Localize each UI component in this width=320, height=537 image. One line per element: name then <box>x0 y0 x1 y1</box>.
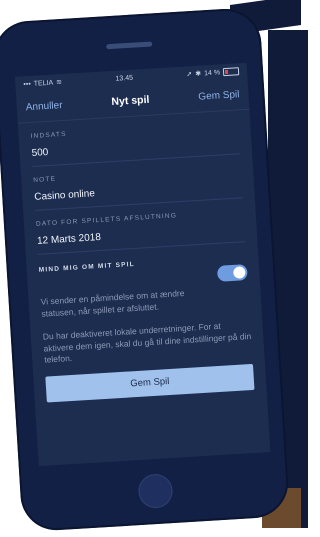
cancel-button[interactable]: Annuller <box>25 100 62 113</box>
status-carrier: ••• TELIA ≋ <box>23 78 62 88</box>
wifi-icon: ≋ <box>56 79 63 87</box>
save-game-button[interactable]: Gem Spil <box>45 363 255 403</box>
bluetooth-icon: ✱ <box>195 70 202 78</box>
save-nav-button[interactable]: Gem Spil <box>198 89 240 102</box>
phone-speaker <box>106 41 153 50</box>
reminder-toggle[interactable] <box>216 264 248 282</box>
status-time: 13.45 <box>115 74 134 83</box>
home-button[interactable] <box>137 473 174 510</box>
app-screen: ••• TELIA ≋ 13.45 ➚ ✱ 14 % Annuller Nyt … <box>14 62 271 467</box>
signal-icon: ••• <box>23 80 31 88</box>
carrier-label: TELIA <box>33 79 54 88</box>
phone-frame: ••• TELIA ≋ 13.45 ➚ ✱ 14 % Annuller Nyt … <box>0 6 291 533</box>
reminder-title: MIND MIG OM MIT SPIL <box>38 260 136 274</box>
phone-mockup-container: ••• TELIA ≋ 13.45 ➚ ✱ 14 % Annuller Nyt … <box>0 0 316 537</box>
page-title: Nyt spil <box>111 93 150 109</box>
location-icon: ➚ <box>186 71 193 79</box>
status-right: ➚ ✱ 14 % <box>186 67 240 79</box>
battery-percent: 14 % <box>203 68 221 77</box>
battery-icon <box>222 67 240 77</box>
